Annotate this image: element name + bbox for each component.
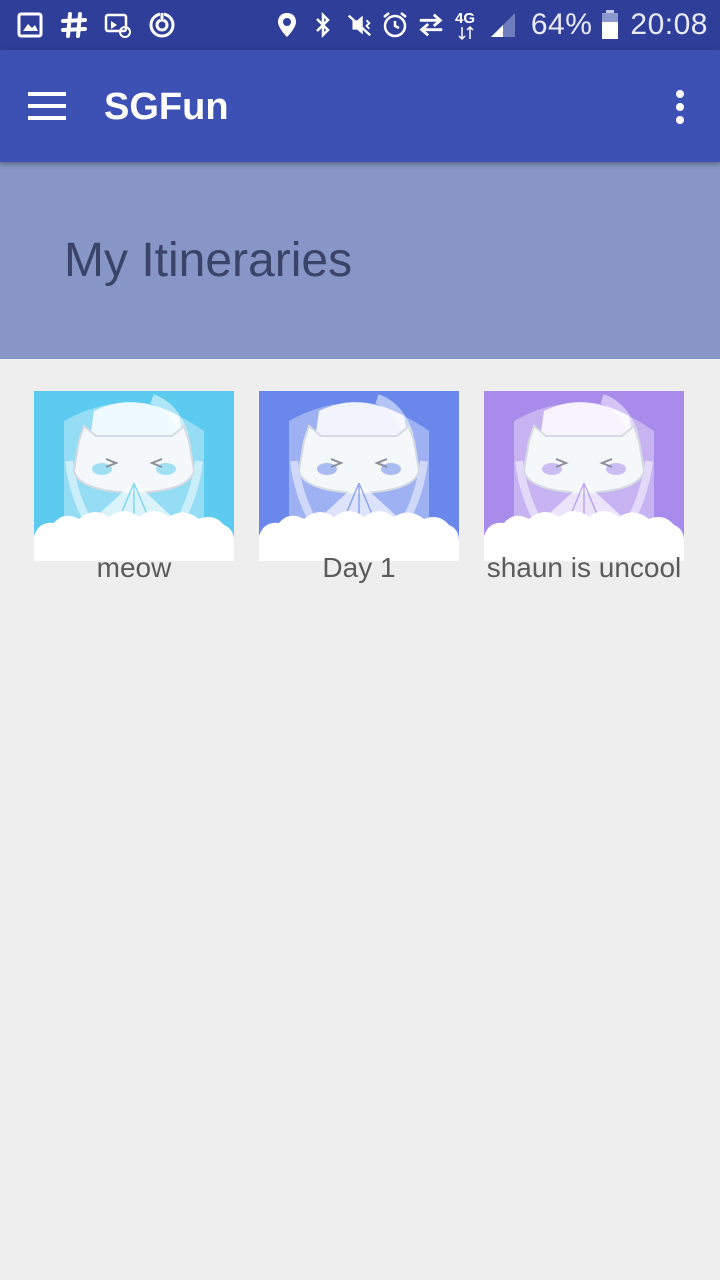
itinerary-thumbnail — [34, 391, 234, 561]
battery-percent: 64% — [530, 8, 593, 41]
battery-icon — [600, 10, 620, 39]
email-cast-icon — [104, 11, 132, 39]
more-vert-icon[interactable] — [664, 86, 696, 128]
itinerary-thumbnail — [259, 391, 459, 561]
status-bar-left — [16, 0, 192, 50]
vibrate-icon — [345, 11, 373, 39]
location-icon — [273, 11, 301, 39]
clock-time: 20:08 — [630, 8, 708, 41]
status-bar-right: 4G 64% 20:08 — [273, 0, 708, 50]
itinerary-label: Day 1 — [322, 552, 396, 583]
bluetooth-icon — [309, 11, 337, 39]
itinerary-card[interactable]: shaun is uncool — [484, 391, 684, 591]
network-type-text: 4G — [455, 10, 475, 27]
sync-icon — [148, 11, 176, 39]
gallery-icon — [16, 11, 44, 39]
data-transfer-icon — [417, 11, 445, 39]
itinerary-card[interactable]: Day 1 — [259, 391, 459, 591]
app-bar: SGFun — [0, 50, 720, 162]
cat-mascot-icon — [34, 391, 234, 561]
alarm-icon — [381, 11, 409, 39]
status-bar: 4G 64% 20:08 — [0, 0, 720, 50]
itinerary-card[interactable]: meow — [34, 391, 234, 591]
header-band: My Itineraries — [0, 162, 720, 359]
app-title: SGFun — [104, 86, 229, 128]
itinerary-label: shaun is uncool — [486, 552, 682, 583]
hamburger-menu-icon[interactable] — [22, 84, 72, 128]
itinerary-label: meow — [96, 552, 172, 583]
page-title: My Itineraries — [64, 234, 353, 287]
network-4g-icon: 4G — [453, 10, 481, 41]
signal-icon — [489, 11, 517, 39]
cat-mascot-icon — [484, 391, 684, 561]
cat-mascot-icon — [259, 391, 459, 561]
slack-icon — [60, 11, 88, 39]
itinerary-thumbnail — [484, 391, 684, 561]
